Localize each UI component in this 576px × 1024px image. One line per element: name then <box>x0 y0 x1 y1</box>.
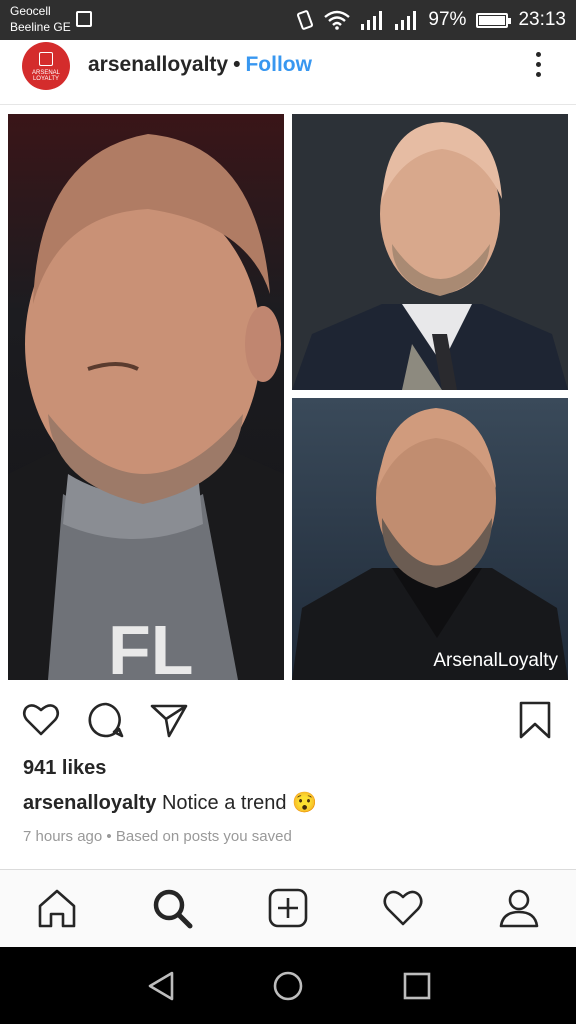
caption-username[interactable]: arsenalloyalty <box>23 792 156 814</box>
battery-percent: 97% <box>428 9 467 30</box>
comment-icon[interactable] <box>86 700 126 740</box>
username[interactable]: arsenalloyalty <box>88 53 228 77</box>
gallery-notification-icon <box>76 11 92 27</box>
status-icons: 97% 23:13 <box>296 0 566 40</box>
follow-button[interactable]: Follow <box>245 53 312 77</box>
wifi-icon <box>324 10 351 30</box>
likes-count[interactable]: 941 likes <box>23 757 106 780</box>
svg-text:FL: FL <box>108 611 194 680</box>
caption: arsenalloyalty Notice a trend 😯 <box>23 790 317 815</box>
photo-bottom-right: ArsenalLoyalty <box>292 398 568 680</box>
photo-left: FL <box>8 114 284 680</box>
portrait-top-right-illustration <box>292 122 568 390</box>
heart-icon[interactable] <box>21 700 61 740</box>
profile-icon[interactable] <box>497 886 541 930</box>
photo-top-right <box>292 114 568 390</box>
bookmark-icon[interactable] <box>515 700 555 740</box>
carrier-1: Geocell <box>10 4 51 18</box>
more-options-icon[interactable] <box>536 52 542 78</box>
status-bar: Geocell Beeline GE 97% 23:13 <box>0 0 576 40</box>
meta-separator: • <box>106 828 112 845</box>
username-row: arsenalloyalty • Follow <box>88 53 312 77</box>
signal-icon-2 <box>395 11 417 30</box>
separator-dot: • <box>233 53 241 76</box>
signal-icon-1 <box>361 11 383 30</box>
crest-icon <box>39 52 53 66</box>
add-post-icon[interactable] <box>266 886 310 930</box>
caption-emoji: 😯 <box>292 792 317 814</box>
bottom-nav <box>0 869 576 948</box>
send-icon[interactable] <box>149 700 189 740</box>
caption-text: Notice a trend <box>161 792 287 814</box>
avatar-logo-text: ARSENAL LOYALTY <box>31 70 60 82</box>
activity-heart-icon[interactable] <box>381 886 425 930</box>
home-icon[interactable] <box>35 886 79 930</box>
post-meta: 7 hours ago • Based on posts you saved <box>23 828 292 845</box>
watermark: ArsenalLoyalty <box>433 650 558 671</box>
post-header: ARSENAL LOYALTY arsenalloyalty • Follow <box>0 40 576 105</box>
carrier-2: Beeline GE <box>10 20 71 34</box>
carrier-info: Geocell Beeline GE <box>10 3 71 35</box>
post-actions <box>0 690 576 750</box>
recents-icon[interactable] <box>400 969 434 1003</box>
vibrate-icon <box>297 10 314 30</box>
battery-fill <box>479 15 505 25</box>
portrait-bottom-right-illustration <box>292 408 568 680</box>
android-nav-bar <box>0 947 576 1024</box>
clock: 23:13 <box>518 9 566 30</box>
search-icon[interactable] <box>150 886 194 930</box>
avatar[interactable]: ARSENAL LOYALTY <box>22 42 70 90</box>
back-icon[interactable] <box>145 969 179 1003</box>
portrait-left-illustration: FL <box>8 134 284 680</box>
post-image[interactable]: FL ArsenalLoyalty <box>0 106 576 686</box>
time-ago: 7 hours ago <box>23 828 103 845</box>
home-button-icon[interactable] <box>271 969 305 1003</box>
recommendation-reason: Based on posts you saved <box>115 828 292 845</box>
battery-icon <box>476 12 512 28</box>
